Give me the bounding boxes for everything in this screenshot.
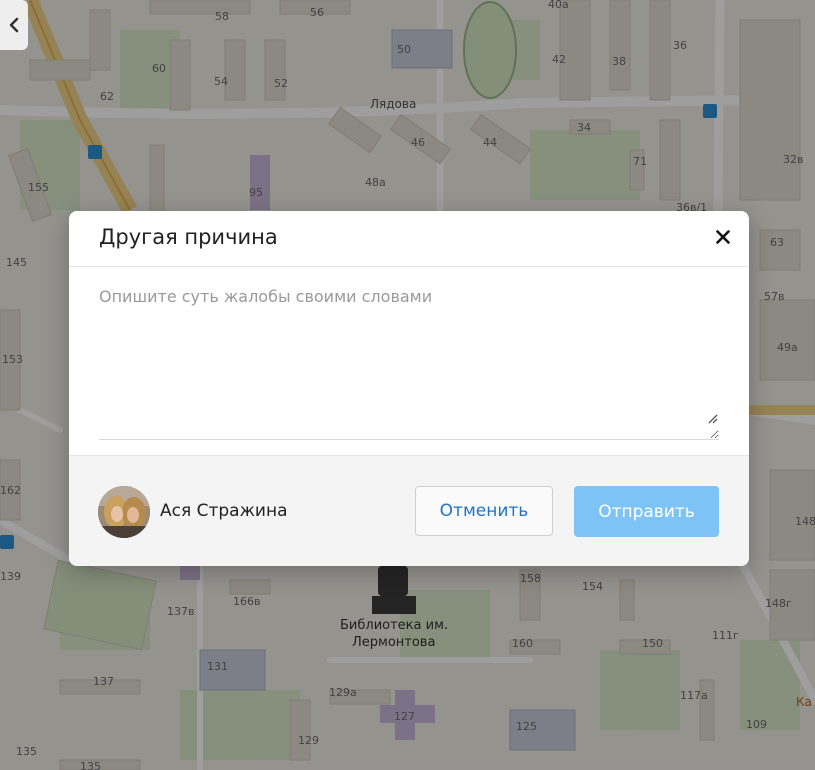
dialog-header: Другая причина (69, 211, 749, 267)
cancel-button[interactable]: Отменить (415, 486, 553, 536)
complaint-dialog: Другая причина Ася Стражина Отменить (69, 211, 749, 566)
close-button[interactable] (711, 225, 735, 249)
avatar (98, 486, 150, 538)
resize-grip-icon[interactable] (705, 411, 719, 425)
back-button[interactable] (0, 0, 28, 50)
dialog-title: Другая причина (99, 225, 278, 249)
user-name: Ася Стражина (160, 501, 288, 521)
chevron-left-icon (9, 17, 19, 33)
user-photo-icon (98, 486, 150, 538)
dialog-footer: Ася Стражина Отменить Отправить (69, 455, 749, 566)
complaint-textarea[interactable] (99, 287, 719, 440)
dialog-body (69, 267, 749, 455)
submit-button[interactable]: Отправить (574, 486, 719, 537)
close-icon (716, 230, 730, 244)
